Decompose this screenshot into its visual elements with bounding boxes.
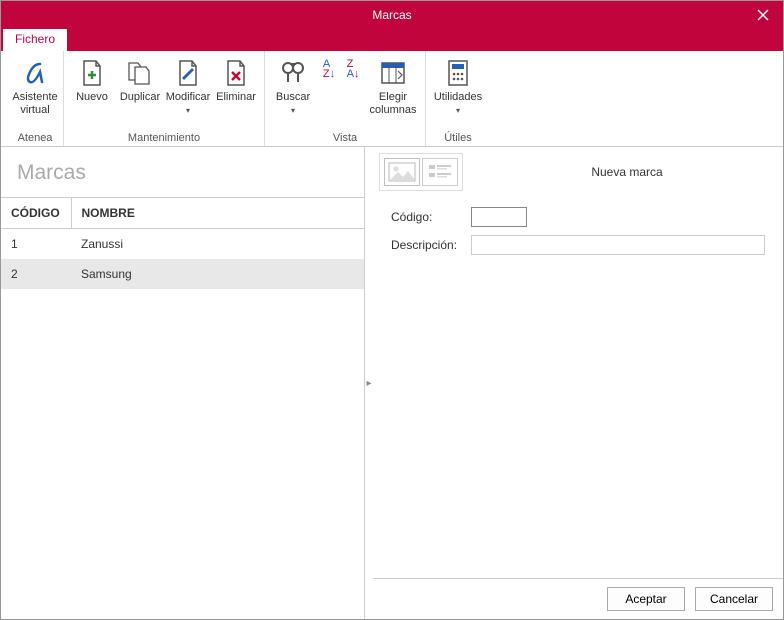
ribbon: Asistente virtual Atenea Nuevo Duplicar (1, 51, 783, 147)
cell-nombre: Samsung (71, 259, 364, 289)
window-title: Marcas (372, 8, 411, 22)
list-heading: Marcas (1, 147, 364, 197)
group-label-mantenimiento: Mantenimiento (128, 132, 200, 146)
columns-icon (377, 57, 409, 89)
col-nombre[interactable]: NOMBRE (71, 198, 364, 229)
thumb-image-view[interactable] (384, 158, 420, 186)
codigo-input[interactable] (471, 207, 527, 227)
cell-nombre: Zanussi (71, 229, 364, 260)
detail-header: Nueva marca (373, 147, 783, 197)
elegir-label: Elegir columnas (369, 91, 416, 117)
close-button[interactable] (743, 1, 783, 29)
list-icon (426, 162, 454, 182)
view-toggle (379, 153, 463, 191)
modificar-label: Modificar (166, 91, 211, 104)
group-label-vista: Vista (333, 132, 357, 146)
cancel-button[interactable]: Cancelar (695, 587, 773, 611)
accept-button[interactable]: Aceptar (607, 587, 685, 611)
codigo-label: Código: (391, 210, 471, 224)
title-bar: Marcas (1, 1, 783, 29)
ribbon-group-utiles: Utilidades ▾ Útiles (426, 51, 490, 146)
close-icon (757, 9, 769, 21)
buscar-label: Buscar (276, 91, 310, 104)
sort-desc-icon: ZA↓ (347, 59, 360, 79)
main-area: Marcas CÓDIGO NOMBRE 1 Zanussi 2 Samsung… (1, 147, 783, 619)
splitter-handle[interactable]: ▸ (365, 147, 373, 619)
calculator-icon (442, 57, 474, 89)
ribbon-group-vista: Buscar ▾ AZ↓ ZA↓ Elegir columnas Vista (265, 51, 426, 146)
duplicate-icon (124, 57, 156, 89)
modificar-button[interactable]: Modificar ▾ (164, 53, 212, 125)
buscar-button[interactable]: Buscar ▾ (269, 53, 317, 125)
detail-panel: Nueva marca Código: Descripción: Aceptar… (373, 147, 783, 619)
group-label-utiles: Útiles (444, 132, 472, 146)
detail-title: Nueva marca (471, 165, 783, 179)
table-row[interactable]: 1 Zanussi (1, 229, 364, 260)
search-icon (277, 57, 309, 89)
image-icon (388, 162, 416, 182)
dialog-footer: Aceptar Cancelar (373, 578, 783, 619)
cell-codigo: 1 (1, 229, 71, 260)
tab-strip: Fichero (1, 29, 783, 51)
group-label-atenea: Atenea (18, 132, 53, 146)
utilidades-button[interactable]: Utilidades ▾ (430, 53, 486, 125)
elegir-columnas-button[interactable]: Elegir columnas (365, 53, 421, 125)
ribbon-group-atenea: Asistente virtual Atenea (7, 51, 64, 146)
sort-asc-button[interactable]: AZ↓ (317, 53, 341, 87)
detail-form: Código: Descripción: (373, 197, 783, 273)
tab-fichero[interactable]: Fichero (3, 29, 67, 51)
list-panel: Marcas CÓDIGO NOMBRE 1 Zanussi 2 Samsung (1, 147, 365, 619)
duplicar-label: Duplicar (120, 91, 160, 104)
sort-desc-button[interactable]: ZA↓ (341, 53, 365, 87)
dropdown-icon: ▾ (186, 106, 190, 115)
ribbon-group-mantenimiento: Nuevo Duplicar Modificar ▾ Eliminar (64, 51, 265, 146)
nuevo-label: Nuevo (76, 91, 108, 104)
new-document-icon (76, 57, 108, 89)
sort-asc-icon: AZ↓ (323, 59, 335, 79)
descripcion-input[interactable] (471, 235, 765, 255)
utilidades-label: Utilidades (434, 91, 482, 104)
dropdown-icon: ▾ (456, 106, 460, 115)
table-row[interactable]: 2 Samsung (1, 259, 364, 289)
data-table: CÓDIGO NOMBRE 1 Zanussi 2 Samsung (1, 197, 364, 289)
eliminar-label: Eliminar (216, 91, 256, 104)
edit-document-icon (172, 57, 204, 89)
nuevo-button[interactable]: Nuevo (68, 53, 116, 125)
asistente-label: Asistente virtual (12, 91, 57, 117)
dropdown-icon: ▾ (291, 106, 295, 115)
alpha-icon (19, 57, 51, 89)
descripcion-label: Descripción: (391, 238, 471, 252)
duplicar-button[interactable]: Duplicar (116, 53, 164, 125)
delete-document-icon (220, 57, 252, 89)
cell-codigo: 2 (1, 259, 71, 289)
col-codigo[interactable]: CÓDIGO (1, 198, 71, 229)
thumb-list-view[interactable] (422, 158, 458, 186)
eliminar-button[interactable]: Eliminar (212, 53, 260, 125)
asistente-virtual-button[interactable]: Asistente virtual (11, 53, 59, 125)
